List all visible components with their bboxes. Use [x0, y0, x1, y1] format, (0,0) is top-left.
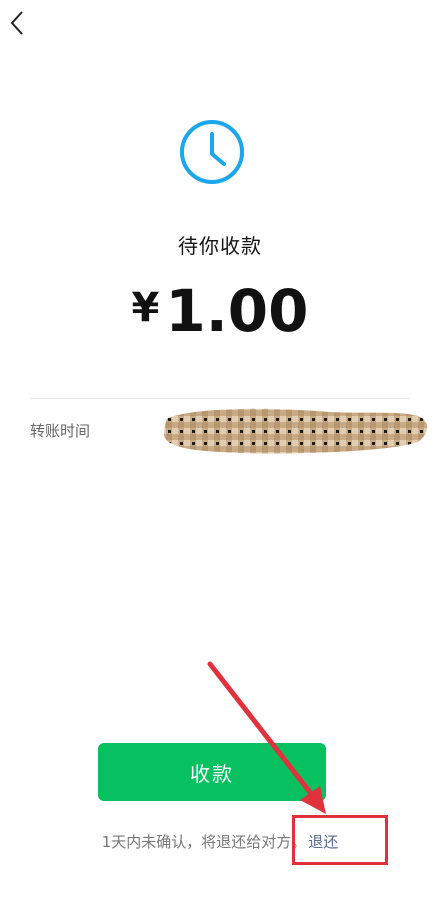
- currency-symbol: ¥: [131, 285, 160, 331]
- status-title: 待你收款: [178, 234, 262, 258]
- clock-icon: [180, 120, 244, 184]
- amount-value: 1.00: [165, 277, 309, 345]
- annotation-highlight-box: [292, 815, 388, 865]
- collect-button[interactable]: 收款: [98, 743, 326, 801]
- back-button[interactable]: [6, 8, 28, 38]
- chevron-left-icon: [10, 11, 23, 35]
- transfer-time-label: 转账时间: [30, 422, 91, 440]
- expiry-note: 1天内未确认，将退还给对方。: [101, 833, 307, 851]
- redacted-transfer-time: [163, 408, 428, 454]
- amount-display: ¥1.00: [0, 274, 440, 345]
- divider: [30, 398, 410, 399]
